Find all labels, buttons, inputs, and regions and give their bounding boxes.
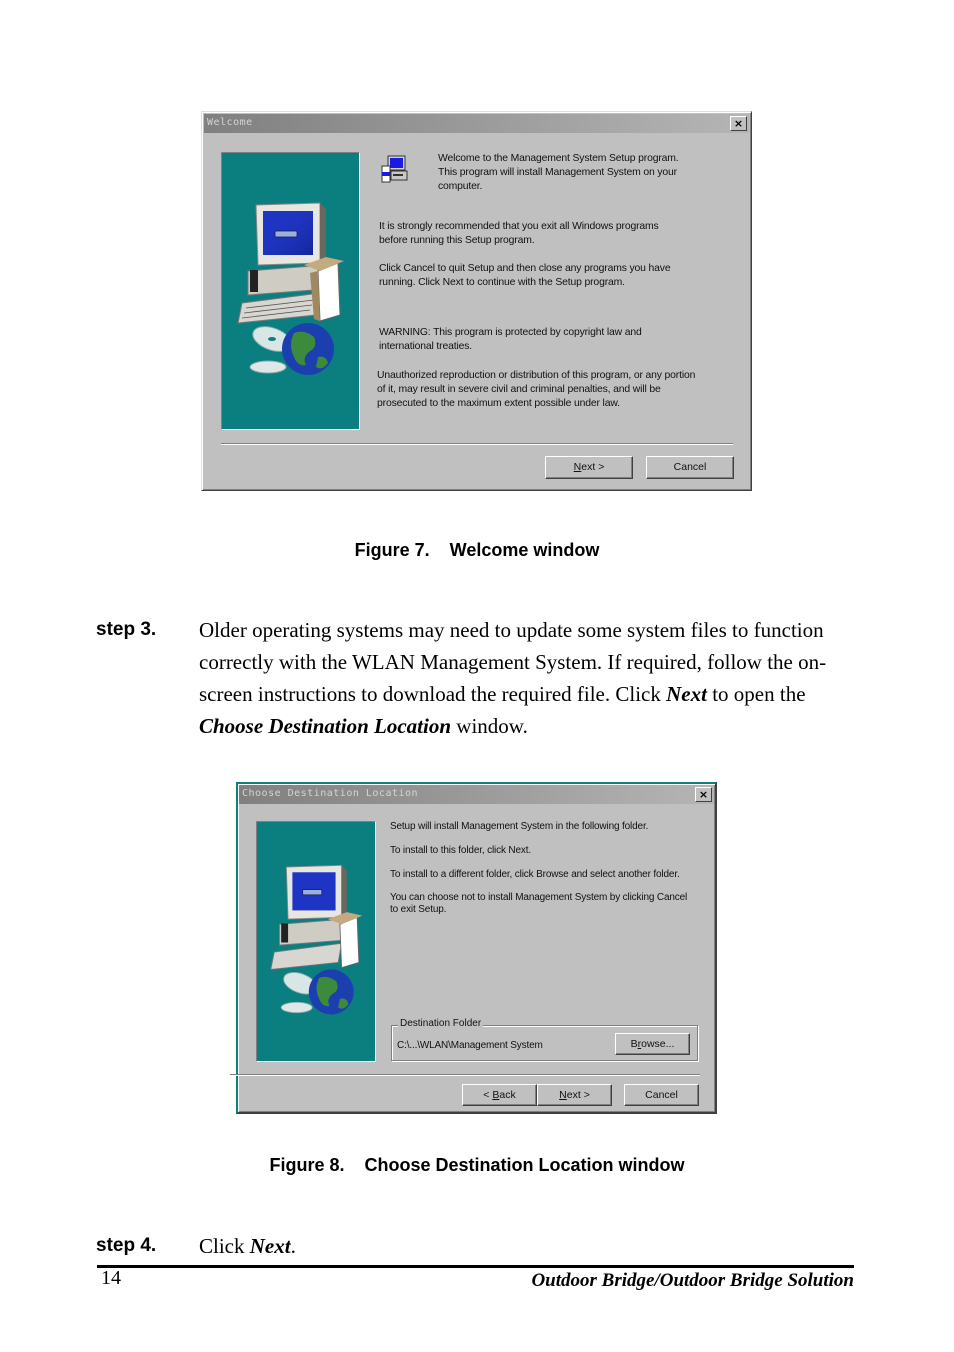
setup-graphic-panel	[221, 152, 360, 430]
computer-globe-illustration	[237, 202, 344, 375]
button-separator	[230, 1074, 700, 1076]
step-4-emphasis-next: Next	[249, 1234, 291, 1258]
setup-graphic-panel	[256, 821, 376, 1062]
page-number: 14	[101, 1267, 121, 1289]
button-separator	[221, 443, 733, 445]
next-mnemonic: N	[559, 1089, 567, 1101]
step-3-text-part: window.	[451, 714, 528, 738]
window-title: Choose Destination Location	[242, 788, 419, 799]
browse-label-part: B	[630, 1038, 638, 1050]
footer-rule	[97, 1265, 854, 1268]
figure-8-caption: Figure 8. Choose Destination Location wi…	[269, 1155, 685, 1175]
step-4-text: Click Next.	[199, 1230, 859, 1262]
back-label-part: <	[483, 1089, 493, 1101]
destination-folder-group: Destination Folder C:\...\WLAN\Managemen…	[391, 1018, 698, 1061]
step-3-emphasis-window: Choose Destination Location	[199, 714, 452, 738]
install-folder-intro-text: Setup will install Management System in …	[390, 821, 649, 832]
unauthorized-reproduction-text: Unauthorized reproduction or distributio…	[377, 370, 696, 409]
step-3-label: step 3.	[96, 619, 157, 640]
step-4-text-part: .	[290, 1234, 296, 1258]
cancel-next-instruction-text: Click Cancel to quit Setup and then clos…	[379, 263, 671, 288]
choose-destination-dialog: Choose Destination Location × Setup will…	[230, 782, 717, 1114]
cancel-label: Cancel	[673, 461, 707, 473]
next-button[interactable]: Next >	[537, 1084, 612, 1106]
cancel-button[interactable]: Cancel	[624, 1084, 699, 1106]
destination-folder-label: Destination Folder	[398, 1018, 484, 1029]
next-label: ext >	[566, 1089, 590, 1101]
computer-globe-illustration	[270, 864, 363, 1015]
exit-programs-text: It is strongly recommended that you exit…	[379, 221, 659, 246]
welcome-intro-text: Welcome to the Management System Setup p…	[438, 153, 679, 192]
cancel-setup-text: You can choose not to install Management…	[390, 892, 688, 915]
welcome-dialog: Welcome × Welcome to the Management Syst…	[201, 111, 752, 491]
title-bar: Choose Destination Location ×	[239, 785, 714, 804]
next-label: ext >	[581, 461, 605, 473]
cancel-button[interactable]: Cancel	[646, 456, 734, 479]
step-4-label: step 4.	[96, 1235, 157, 1256]
step-4-text-part: Click	[199, 1234, 250, 1258]
next-button[interactable]: Next >	[545, 456, 633, 479]
back-label-part: ack	[499, 1089, 516, 1101]
cancel-label: Cancel	[645, 1089, 678, 1101]
click-browse-text: To install to a different folder, click …	[390, 869, 680, 880]
copyright-warning-text: WARNING: This program is protected by co…	[379, 327, 642, 352]
close-button[interactable]: ×	[695, 787, 712, 802]
step-3-text-part: to open the	[706, 682, 806, 706]
figure-7-caption: Figure 7. Welcome window	[354, 540, 600, 560]
back-button[interactable]: < Back	[462, 1084, 537, 1106]
title-bar: Welcome ×	[204, 114, 749, 133]
step-3-emphasis-next: Next	[666, 682, 707, 706]
destination-path: C:\...\WLAN\Management System	[397, 1040, 543, 1051]
browse-label-part: owse...	[641, 1038, 675, 1050]
close-button[interactable]: ×	[730, 116, 747, 131]
monitor-icon	[255, 202, 326, 267]
footer-title: Outdoor Bridge/Outdoor Bridge Solution	[531, 1270, 854, 1291]
browse-button[interactable]: Browse...	[615, 1033, 690, 1055]
step-3-text: Older operating systems may need to upda…	[199, 614, 859, 742]
window-title: Welcome	[207, 117, 253, 128]
setup-program-icon	[381, 155, 408, 183]
click-next-text: To install to this folder, click Next.	[390, 845, 532, 856]
